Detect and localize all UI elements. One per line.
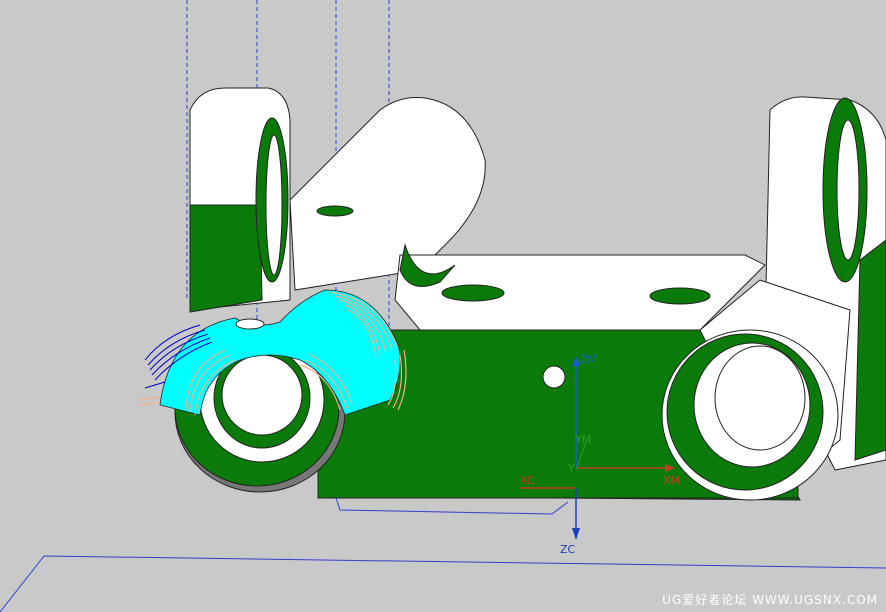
xm-axis-label: XM <box>663 474 680 487</box>
yc-axis-label: Y <box>567 462 575 475</box>
cad-viewport[interactable]: ZM YM Y XM XC ZC <box>0 0 886 612</box>
forum-watermark: UG爱好者论坛 WWW.UGSNX.COM <box>662 593 878 607</box>
xc-axis-label: XC <box>520 474 535 487</box>
base-outline <box>335 497 569 515</box>
zc-axis-label: ZC <box>560 543 576 556</box>
ym-axis-label: YM <box>574 433 591 446</box>
zm-axis-label: ZM <box>580 353 597 366</box>
left-lug[interactable] <box>189 87 291 313</box>
